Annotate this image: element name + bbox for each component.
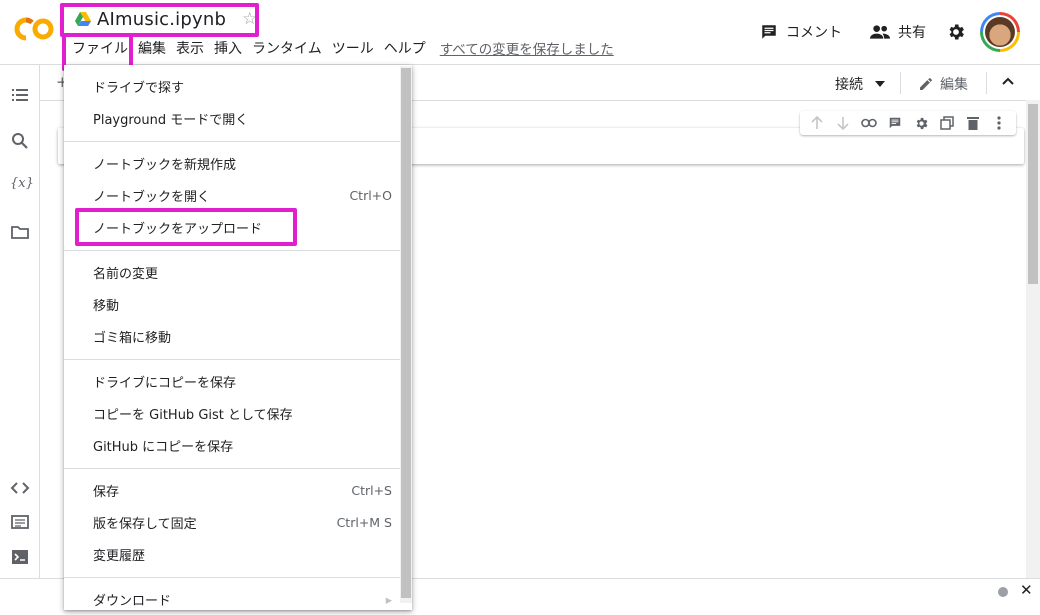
chevron-down-icon [875, 81, 885, 87]
connect-label: 接続 [835, 77, 863, 93]
menu-item-revision-history[interactable]: 変更履歴 [64, 538, 400, 570]
link-icon[interactable] [861, 115, 877, 131]
pencil-icon [920, 78, 932, 90]
share-button[interactable]: 共有 [870, 22, 926, 42]
menu-tools[interactable]: ツール [330, 38, 380, 58]
notebook-title[interactable]: AImusic.ipynb [97, 9, 226, 30]
more-vert-icon[interactable] [991, 115, 1007, 131]
people-icon [870, 25, 890, 39]
variables-icon[interactable]: {x} [10, 176, 34, 196]
menu-divider [64, 359, 400, 360]
menu-divider [64, 577, 400, 578]
edit-button[interactable]: 編集 [918, 74, 968, 94]
menu-item-rename[interactable]: 名前の変更 [64, 256, 400, 288]
menu-edit[interactable]: 編集 [136, 38, 172, 58]
menu-item-move-to-trash[interactable]: ゴミ箱に移動 [64, 320, 400, 352]
delete-icon[interactable] [965, 115, 981, 131]
menu-item-save[interactable]: 保存 Ctrl+S [64, 474, 400, 506]
main-scrollbar[interactable] [1026, 100, 1040, 578]
menu-help[interactable]: ヘルプ [382, 38, 432, 58]
comment-label: コメント [786, 25, 842, 41]
menu-runtime[interactable]: ランタイム [250, 38, 328, 58]
connect-button[interactable]: 接続 [835, 74, 885, 94]
menu-item-new-notebook[interactable]: ノートブックを新規作成 [64, 147, 400, 179]
comment-icon [762, 25, 776, 39]
menu-item-open-notebook[interactable]: ノートブックを開く Ctrl+O [64, 179, 400, 211]
gear-icon[interactable] [913, 115, 929, 131]
comment-icon[interactable] [887, 115, 903, 131]
save-status-link[interactable]: すべての変更を保存しました [440, 38, 614, 58]
menu-divider [64, 250, 400, 251]
notebook-title-area[interactable]: AImusic.ipynb ☆ [75, 8, 257, 30]
folder-icon[interactable] [10, 222, 30, 242]
submenu-arrow-icon: ▸ [385, 591, 392, 607]
mirror-cell-icon[interactable] [939, 115, 955, 131]
status-dot-icon [998, 587, 1008, 597]
menu-view[interactable]: 表示 [174, 38, 210, 58]
command-palette-icon[interactable] [10, 512, 30, 532]
gear-icon [949, 24, 964, 40]
header-bar: AImusic.ipynb ☆ ファイル 編集 表示 挿入 ランタイム ツール … [0, 0, 1040, 71]
comment-button[interactable]: コメント [760, 22, 842, 42]
menu-file[interactable]: ファイル [70, 38, 134, 58]
menu-divider [64, 468, 400, 469]
settings-button[interactable] [946, 22, 966, 42]
menu-scrollbar[interactable] [400, 66, 412, 603]
move-up-icon[interactable] [809, 115, 825, 131]
menu-item-upload-notebook[interactable]: ノートブックをアップロード [64, 211, 400, 243]
table-of-contents-icon[interactable] [10, 85, 30, 105]
toolbar-divider [986, 72, 987, 94]
menu-item-download[interactable]: ダウンロード ▸ [64, 583, 400, 615]
menu-item-open-playground[interactable]: Playground モードで開く [64, 102, 400, 134]
menu-divider [64, 141, 400, 142]
star-outline-icon[interactable]: ☆ [242, 9, 257, 29]
menu-item-save-copy-drive[interactable]: ドライブにコピーを保存 [64, 365, 400, 397]
colab-logo[interactable] [14, 16, 56, 42]
menu-item-save-copy-github[interactable]: GitHub にコピーを保存 [64, 429, 400, 461]
menu-item-save-and-pin-revision[interactable]: 版を保存して固定 Ctrl+M S [64, 506, 400, 538]
chevron-up-icon[interactable] [1000, 73, 1016, 89]
menu-item-move[interactable]: 移動 [64, 288, 400, 320]
menu-bar: ファイル 編集 表示 挿入 ランタイム ツール ヘルプ すべての変更を保存しまし… [70, 38, 614, 58]
menu-insert[interactable]: 挿入 [212, 38, 248, 58]
google-drive-icon [75, 12, 91, 26]
edit-label: 編集 [940, 77, 968, 93]
menu-item-find-in-drive[interactable]: ドライブで探す [64, 70, 400, 102]
cell-toolbar [800, 111, 1016, 135]
menu-item-save-copy-gist[interactable]: コピーを GitHub Gist として保存 [64, 397, 400, 429]
move-down-icon[interactable] [835, 115, 851, 131]
terminal-icon[interactable] [10, 547, 30, 567]
close-icon[interactable]: ✕ [1020, 581, 1033, 599]
share-label: 共有 [898, 25, 926, 41]
left-rail: {x} [0, 65, 40, 578]
avatar[interactable] [980, 12, 1020, 52]
code-snippets-icon[interactable] [10, 478, 30, 498]
toolbar-divider [900, 72, 901, 94]
search-icon[interactable] [10, 131, 30, 151]
file-menu-dropdown: ドライブで探す Playground モードで開く ノートブックを新規作成 ノー… [64, 65, 412, 610]
